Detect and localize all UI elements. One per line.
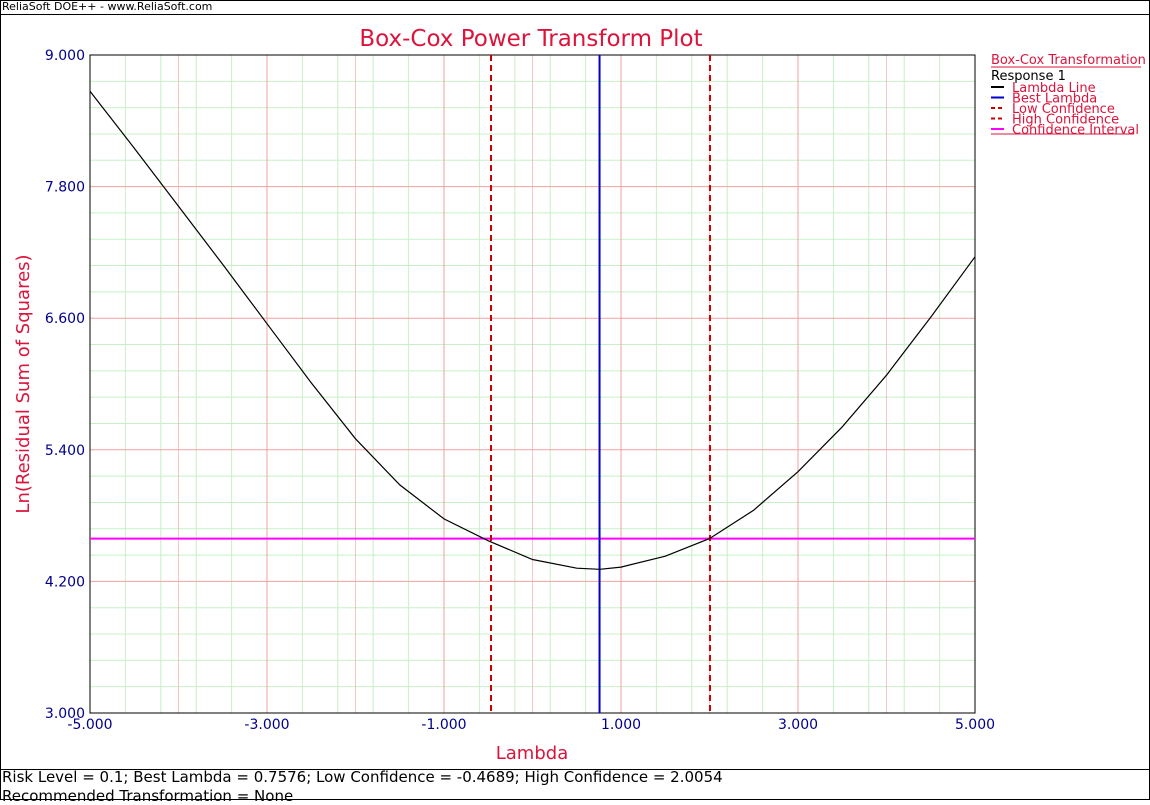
y-tick-label: 5.400: [45, 443, 85, 459]
grid: [89, 54, 976, 714]
x-tick-label: 5.000: [955, 717, 995, 733]
x-tick-label: -3.000: [244, 717, 289, 733]
footer-summary: Risk Level = 0.1; Best Lambda = 0.7576; …: [2, 768, 723, 786]
y-tick-label: 3.000: [45, 706, 85, 722]
y-axis-label: Ln(Residual Sum of Squares): [13, 254, 34, 513]
y-tick-label: 7.800: [45, 180, 85, 196]
tick-labels: -5.000 -3.000 -1.000 1.000 3.000 5.0003.0004.…: [45, 48, 995, 733]
y-tick-label: 9.000: [45, 48, 85, 64]
y-tick-label: 6.600: [45, 311, 85, 327]
legend: Box-Cox TransformationResponse 1Lambda L…: [991, 53, 1146, 138]
x-tick-label: 3.000: [778, 717, 818, 733]
x-tick-label: 1.000: [601, 717, 641, 733]
legend-group-title: Box-Cox Transformation: [991, 53, 1146, 68]
chart-title: Box-Cox Power Transform Plot: [359, 26, 702, 52]
box-cox-chart: -5.000 -3.000 -1.000 1.000 3.000 5.0003.0004.…: [13, 26, 1146, 764]
y-tick-label: 4.200: [45, 574, 85, 590]
footer-recommendation: Recommended Transformation = None: [2, 787, 294, 805]
x-axis-label: Lambda: [496, 743, 568, 764]
x-tick-label: -1.000: [421, 717, 466, 733]
legend-entry-label: Confidence Interval: [1012, 123, 1139, 138]
